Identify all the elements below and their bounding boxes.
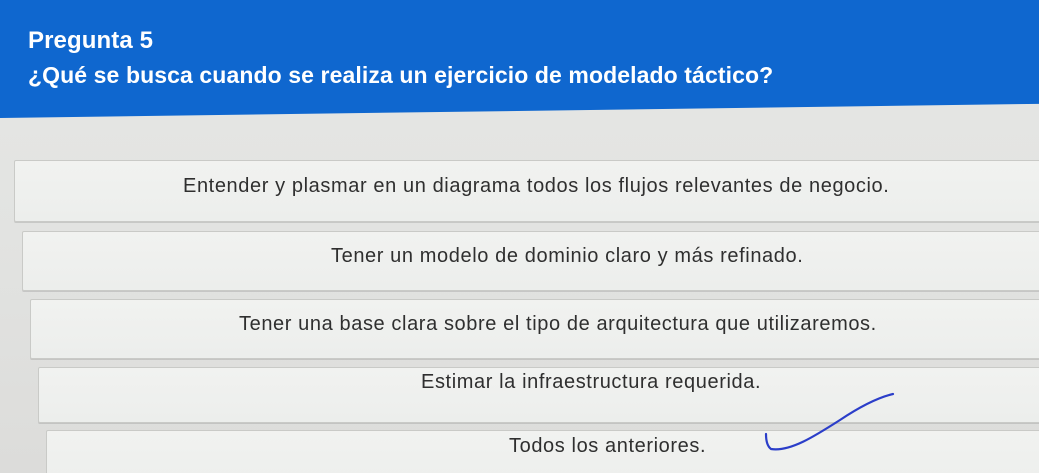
answer-option-2[interactable]: Tener un modelo de dominio claro y más r… [22, 231, 1039, 291]
answer-option-label: Tener un modelo de dominio claro y más r… [331, 245, 804, 267]
answer-option-label: Tener una base clara sobre el tipo de ar… [239, 313, 877, 335]
answer-options: Entender y plasmar en un diagrama todos … [0, 0, 1039, 473]
answer-option-label: Entender y plasmar en un diagrama todos … [183, 175, 890, 197]
answer-option-3[interactable]: Tener una base clara sobre el tipo de ar… [30, 299, 1039, 359]
answer-option-5[interactable]: Todos los anteriores. [46, 430, 1039, 473]
answer-option-4[interactable]: Estimar la infraestructura requerida. [38, 367, 1039, 423]
answer-option-label: Todos los anteriores. [509, 435, 707, 457]
answer-option-1[interactable]: Entender y plasmar en un diagrama todos … [14, 160, 1039, 222]
quiz-page: Pregunta 5 ¿Qué se busca cuando se reali… [0, 0, 1039, 473]
answer-option-label: Estimar la infraestructura requerida. [421, 371, 762, 393]
